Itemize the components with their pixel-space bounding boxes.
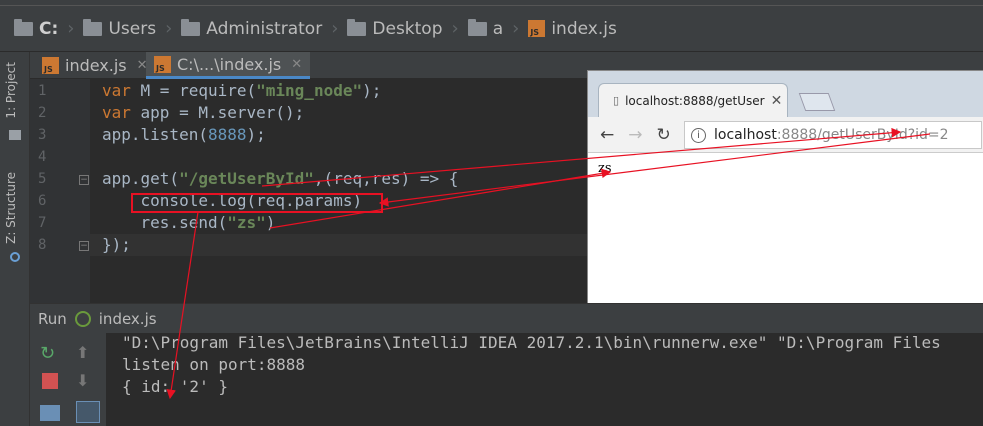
- reload-icon[interactable]: ↻: [657, 125, 671, 145]
- breadcrumb-item-drive[interactable]: C:: [14, 18, 58, 39]
- code-line-1: var M = require("ming_node");: [102, 81, 382, 100]
- folder-icon: [14, 18, 33, 36]
- code-line-2: var app = M.server();: [102, 103, 305, 122]
- browser-toolbar: ← → ↻ i localhost:8888/getUserById?id=2: [588, 117, 983, 153]
- new-tab-button[interactable]: [798, 93, 836, 111]
- close-icon[interactable]: ✕: [291, 57, 302, 72]
- project-icon: [9, 130, 21, 140]
- page-icon: ▯: [613, 94, 620, 107]
- console-line: { id: '2' }: [122, 377, 228, 396]
- line-number: 8: [38, 237, 47, 253]
- breadcrumb-item-file[interactable]: index.js: [528, 19, 617, 39]
- run-label[interactable]: Run: [38, 310, 67, 328]
- folder-icon: [83, 18, 103, 36]
- fold-icon[interactable]: −: [79, 241, 89, 251]
- folder-icon: [181, 18, 201, 36]
- console-line: listen on port:8888: [122, 355, 306, 374]
- line-number: 5: [38, 171, 47, 187]
- folder-icon: [347, 18, 367, 36]
- annotation-highlight-box: [131, 193, 383, 213]
- breadcrumb-item-administrator[interactable]: Administrator: [181, 18, 322, 39]
- browser-window: ▯ localhost:8888/getUser ✕ ← → ↻ i local…: [587, 70, 983, 313]
- breadcrumb-item-users[interactable]: Users: [83, 18, 156, 39]
- left-tool-strip: 1: Project Z: Structure: [0, 52, 30, 426]
- address-bar[interactable]: i localhost:8888/getUserById?id=2: [684, 121, 982, 149]
- project-tool-tab[interactable]: 1: Project: [4, 62, 18, 119]
- breadcrumb-separator: ›: [331, 18, 339, 39]
- nodejs-icon: [74, 310, 91, 327]
- code-line-3: app.listen(8888);: [102, 125, 266, 144]
- breadcrumb-separator: ›: [67, 18, 75, 39]
- code-line-7: res.send("zs"): [102, 213, 276, 232]
- console-line: "D:\Program Files\JetBrains\IntelliJ IDE…: [122, 333, 941, 352]
- js-file-icon: [528, 20, 546, 37]
- js-file-icon: [42, 57, 59, 74]
- structure-tool-tab[interactable]: Z: Structure: [4, 172, 18, 244]
- line-number: 6: [38, 193, 47, 209]
- run-config-name[interactable]: index.js: [99, 310, 157, 328]
- line-number-gutter: 1 2 3 4 5 6 7 8 − −: [30, 79, 90, 303]
- rerun-icon[interactable]: ↻: [40, 343, 60, 364]
- run-tool-header: Run index.js: [30, 303, 983, 333]
- soft-wrap-icon[interactable]: [76, 401, 100, 423]
- code-line-5: app.get("/getUserById",(req,res) => {: [102, 169, 459, 188]
- line-number: 4: [38, 149, 47, 165]
- tab-full-path-index-js[interactable]: C:\...\index.js ✕: [146, 52, 311, 79]
- code-line-8: });: [102, 235, 131, 254]
- breadcrumb-separator: ›: [512, 18, 520, 39]
- tab-index-js[interactable]: index.js ✕: [34, 52, 156, 79]
- structure-icon: [10, 252, 20, 262]
- scroll-down-icon[interactable]: ⬇: [76, 371, 96, 391]
- browser-page: zs: [588, 153, 983, 313]
- breadcrumb-item-desktop[interactable]: Desktop: [347, 18, 443, 39]
- browser-tab[interactable]: ▯ localhost:8888/getUser ✕: [598, 83, 788, 117]
- forward-icon[interactable]: →: [628, 125, 642, 145]
- folder-icon: [467, 18, 487, 36]
- line-number: 3: [38, 127, 47, 143]
- line-number: 1: [38, 83, 47, 99]
- breadcrumb-separator: ›: [451, 18, 459, 39]
- info-icon[interactable]: i: [691, 127, 706, 143]
- run-console[interactable]: "D:\Program Files\JetBrains\IntelliJ IDE…: [106, 333, 983, 426]
- scroll-up-icon[interactable]: ⬆: [76, 343, 96, 363]
- breadcrumb: C: › Users › Administrator › Desktop › a…: [0, 6, 983, 52]
- js-file-icon: [154, 55, 171, 73]
- line-number: 7: [38, 215, 47, 231]
- browser-tab-strip: ▯ localhost:8888/getUser ✕: [588, 71, 983, 117]
- dump-threads-icon[interactable]: [40, 405, 60, 421]
- fold-icon[interactable]: −: [79, 175, 89, 185]
- close-tab-icon[interactable]: ✕: [771, 93, 783, 109]
- breadcrumb-separator: ›: [165, 18, 173, 39]
- stop-icon[interactable]: [42, 373, 58, 389]
- line-number: 2: [38, 105, 47, 121]
- back-icon[interactable]: ←: [600, 125, 614, 145]
- breadcrumb-item-a[interactable]: a: [467, 18, 503, 39]
- response-text: zs: [598, 161, 612, 176]
- run-toolbar: ↻ ⬆ ⬇: [30, 333, 106, 426]
